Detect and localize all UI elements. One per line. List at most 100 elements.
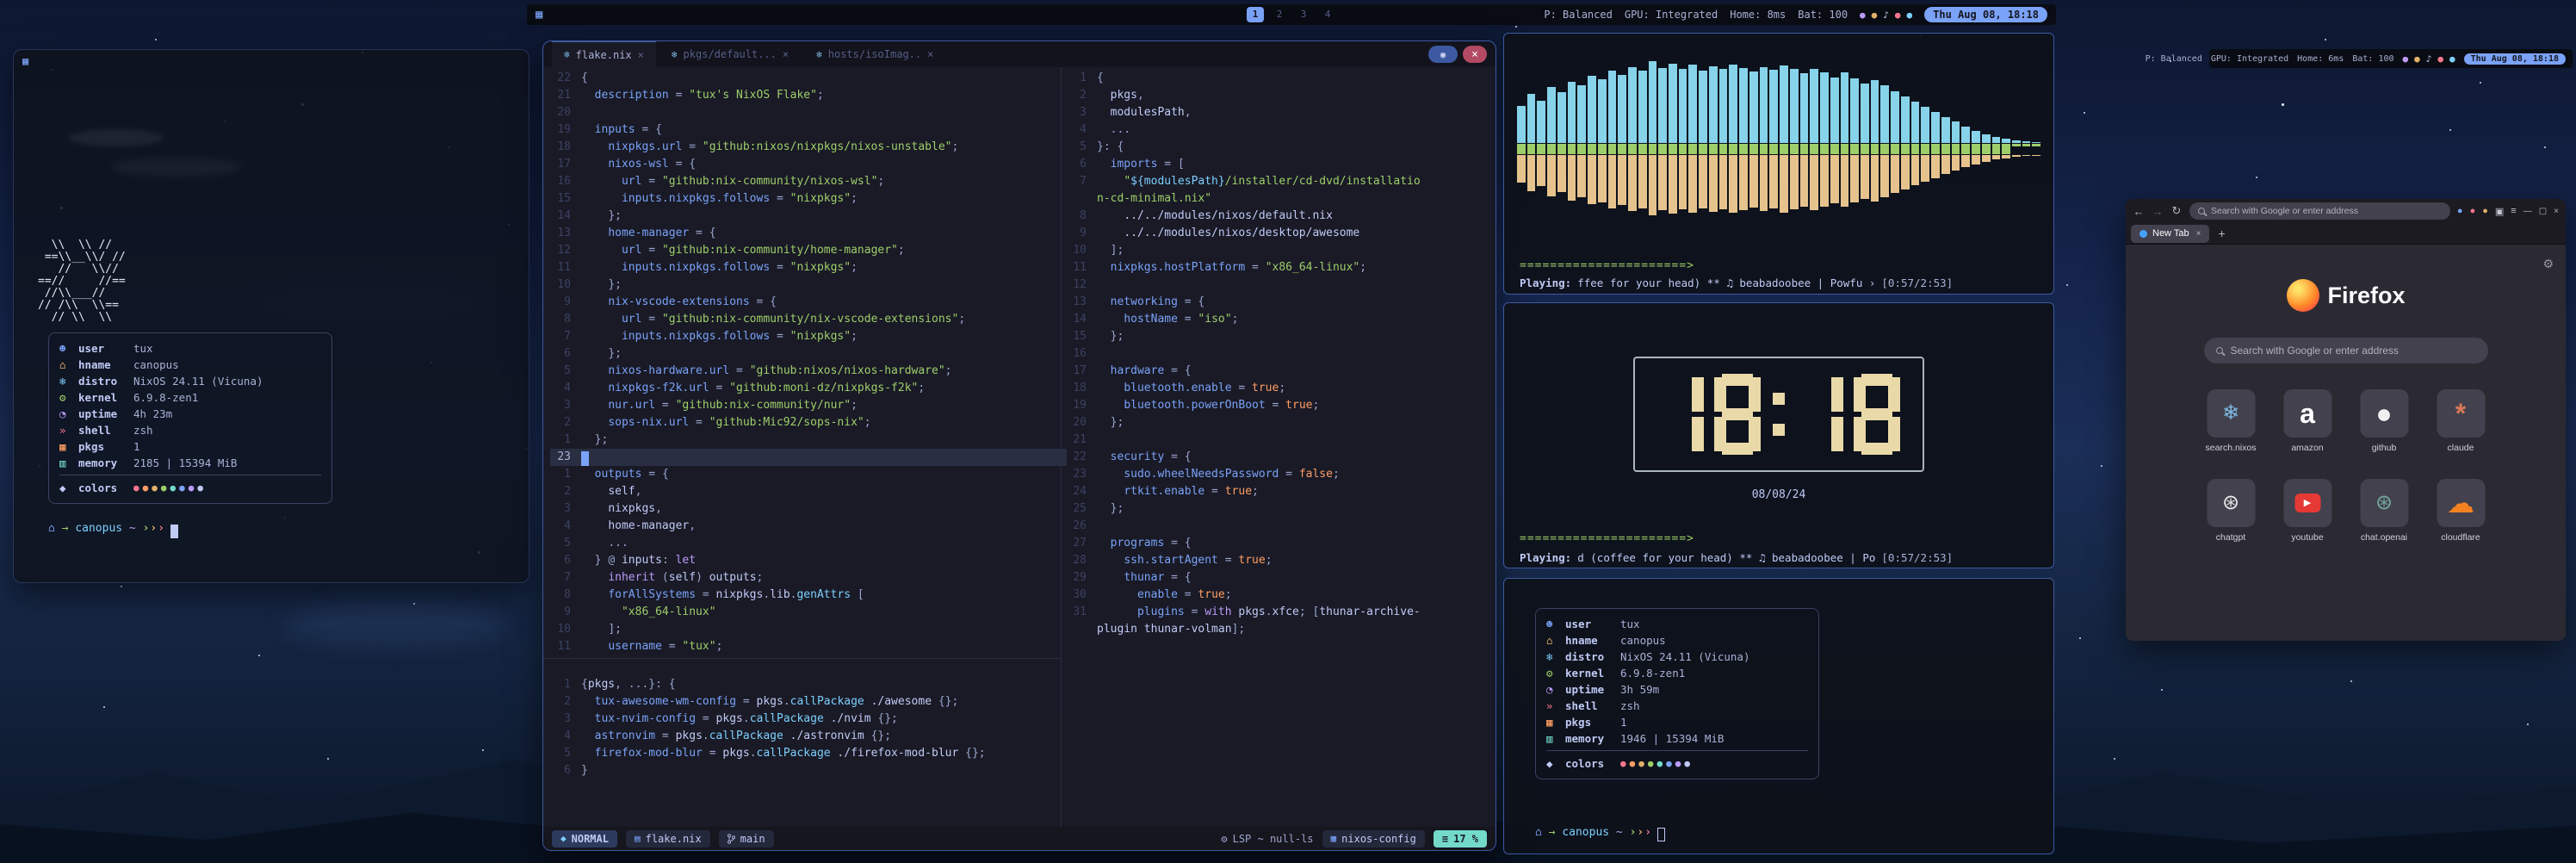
line-number: 5 [550, 535, 581, 552]
shortcut-tile-github[interactable]: ●github [2360, 389, 2408, 453]
workspace-button-3[interactable]: 3 [1295, 7, 1312, 22]
maximize-button[interactable]: ▢ [2539, 207, 2547, 216]
viz-bar [1668, 42, 1678, 256]
firefox-window[interactable]: ← → ↻ Search with Google or enter addres… [2126, 199, 2566, 641]
search.nixos-icon: ❄ [2222, 403, 2239, 424]
editor-tab-hosts/isoImag..[interactable]: ❄hosts/isoImag..× [804, 41, 945, 67]
prompt-chevron: › [143, 522, 150, 535]
personalize-gear-icon[interactable]: ⚙ [2542, 257, 2554, 271]
close-button[interactable]: × [2554, 207, 2559, 216]
flake-nix-pane[interactable]: 22{21 description = "tux's NixOS Flake";… [550, 70, 1067, 655]
line-number: 20 [550, 104, 581, 121]
code-line: 15 inputs.nixpkgs.follows = "nixpkgs"; [550, 190, 1067, 208]
line-number: 13 [550, 225, 581, 242]
clock-digit [1657, 374, 1704, 455]
launcher-grid-icon[interactable]: ▦ [536, 8, 542, 22]
line-number: 10 [1066, 242, 1097, 259]
fetch-row: ◔uptime3h 59m [1546, 681, 1808, 698]
editor-close-button[interactable]: × [1463, 46, 1487, 63]
tile-label: search.nixos [2201, 443, 2261, 453]
clock-date: 08/08/24 [1504, 488, 2053, 501]
workspace-button-4[interactable]: 4 [1319, 7, 1336, 22]
shortcut-tile-amazon[interactable]: aamazon [2283, 389, 2331, 453]
viz-bar [1648, 42, 1658, 256]
viz-bar [1546, 42, 1557, 256]
new-tab-button[interactable]: + [2218, 227, 2225, 240]
viz-bar [1870, 42, 1880, 256]
extensions-puzzle-icon[interactable]: ▣ [2495, 206, 2504, 217]
tab-close-icon[interactable]: × [783, 48, 789, 60]
window-horizontal-separator [543, 658, 1061, 659]
desktop: ▦ 1234 P: BalancedGPU: IntegratedHome: 8… [0, 0, 2576, 863]
shortcut-tile-chatgpt[interactable]: ⊛chatgpt [2207, 479, 2255, 543]
home-icon: ⌂ [1535, 826, 1542, 839]
purple-tray-icon[interactable]: ● [2403, 53, 2409, 65]
clock-digits [1657, 374, 1900, 455]
shell-prompt[interactable]: ⌂ → canopus ~ ››› [48, 522, 178, 538]
line-number: 11 [550, 638, 581, 655]
yellow-extension-icon[interactable]: ● [2482, 206, 2488, 216]
yellow-tray-icon[interactable]: ● [1872, 9, 1878, 21]
line-number: 5 [550, 745, 581, 762]
tab-close-icon[interactable]: × [638, 49, 644, 61]
fetch-row: ☻usertux [59, 340, 321, 357]
forward-button[interactable]: → [2152, 205, 2164, 218]
shortcut-tile-chat.openai[interactable]: ⊛chat.openai [2360, 479, 2408, 543]
red-tray-icon[interactable]: ● [2437, 53, 2443, 65]
back-button[interactable]: ← [2133, 205, 2145, 218]
workspace-button-1[interactable]: 1 [1247, 7, 1264, 22]
viz-bar [1941, 42, 1951, 256]
line-number: 24 [1066, 483, 1097, 500]
fetch-row: ▦pkgs1 [59, 438, 321, 455]
code-line: 6 } @ inputs: let [550, 552, 1067, 569]
editor-body: 22{21 description = "tux's NixOS Flake";… [543, 67, 1495, 827]
blue-tray-icon[interactable]: ● [2449, 53, 2455, 65]
purple-tray-icon[interactable]: ● [1860, 9, 1866, 21]
yellow-tray-icon[interactable]: ● [2414, 53, 2420, 65]
fetch-row: »shellzsh [1546, 698, 1808, 714]
terminal-window[interactable]: ▦ \\ \\ // ==\\__\\/ // // \\// ==// //=… [13, 49, 529, 583]
code-line: 12 [1066, 276, 1491, 294]
editor-tab-flake.nix[interactable]: ❄flake.nix× [552, 41, 656, 67]
uptime-icon: ◔ [59, 406, 78, 422]
shortcut-tile-youtube[interactable]: ▶youtube [2283, 479, 2331, 543]
line-number: 3 [1066, 104, 1097, 121]
tab-new-tab[interactable]: New Tab × [2131, 225, 2209, 243]
iso-image-pane[interactable]: 1{2 pkgs,3 modulesPath,4 ...5}: {6 impor… [1066, 70, 1491, 638]
minimize-button[interactable]: — [2523, 207, 2532, 216]
bar-status-area: P: BalancedGPU: IntegratedHome: 6msBat: … [2146, 53, 2566, 65]
url-bar[interactable]: Search with Google or enter address [2189, 202, 2450, 220]
editor-tab-pkgs/default...[interactable]: ❄pkgs/default...× [659, 41, 801, 67]
claude-icon: * [2455, 400, 2466, 427]
menu-icon[interactable]: ≡ [2511, 206, 2516, 216]
code-line: 9 "x86_64-linux" [550, 604, 1067, 621]
line-number: 23 [550, 449, 581, 466]
blue-tray-icon[interactable]: ● [1907, 9, 1913, 21]
fetch-row: ⌂hnamecanopus [1546, 632, 1808, 649]
shortcut-tile-cloudflare[interactable]: ☁cloudflare [2437, 479, 2485, 543]
code-line: 18 nixpkgs.url = "github:nixos/nixpkgs/n… [550, 139, 1067, 156]
red-tray-icon[interactable]: ● [1895, 9, 1901, 21]
blue-extension-icon[interactable]: ● [2457, 206, 2463, 216]
viz-bar [1728, 42, 1738, 256]
shortcut-tile-search.nixos[interactable]: ❄search.nixos [2207, 389, 2255, 453]
red-extension-icon[interactable]: ● [2470, 206, 2476, 216]
tile-box: a [2283, 389, 2331, 438]
fetch-colors-row: ◆colors●●●●●●●● [59, 479, 321, 496]
workspace-button-2[interactable]: 2 [1271, 7, 1288, 22]
shortcut-tile-claude[interactable]: *claude [2437, 389, 2485, 453]
newtab-search-input[interactable]: Search with Google or enter address [2204, 338, 2488, 363]
default-nix-pane[interactable]: 1{pkgs, ...}: {2 tux-awesome-wm-config =… [550, 676, 1067, 779]
palette-dot: ● [170, 482, 176, 494]
music-tray-icon[interactable]: ♪ [1883, 9, 1889, 21]
tab-close-icon[interactable]: × [2196, 229, 2201, 239]
music-tray-icon[interactable]: ♪ [2426, 53, 2432, 65]
shell-prompt: ⌂ → canopus ~ ››› [1535, 826, 1665, 841]
reload-button[interactable]: ↻ [2170, 204, 2183, 218]
tab-close-icon[interactable]: × [927, 48, 933, 60]
viz-bar [1627, 42, 1638, 256]
editor-window[interactable]: ❄flake.nix×❄pkgs/default...×❄hosts/isoIm… [542, 40, 1496, 851]
viz-bar [2022, 42, 2032, 256]
line-number: 14 [550, 208, 581, 225]
eye-indicator-button[interactable]: ◉ [1428, 46, 1458, 63]
